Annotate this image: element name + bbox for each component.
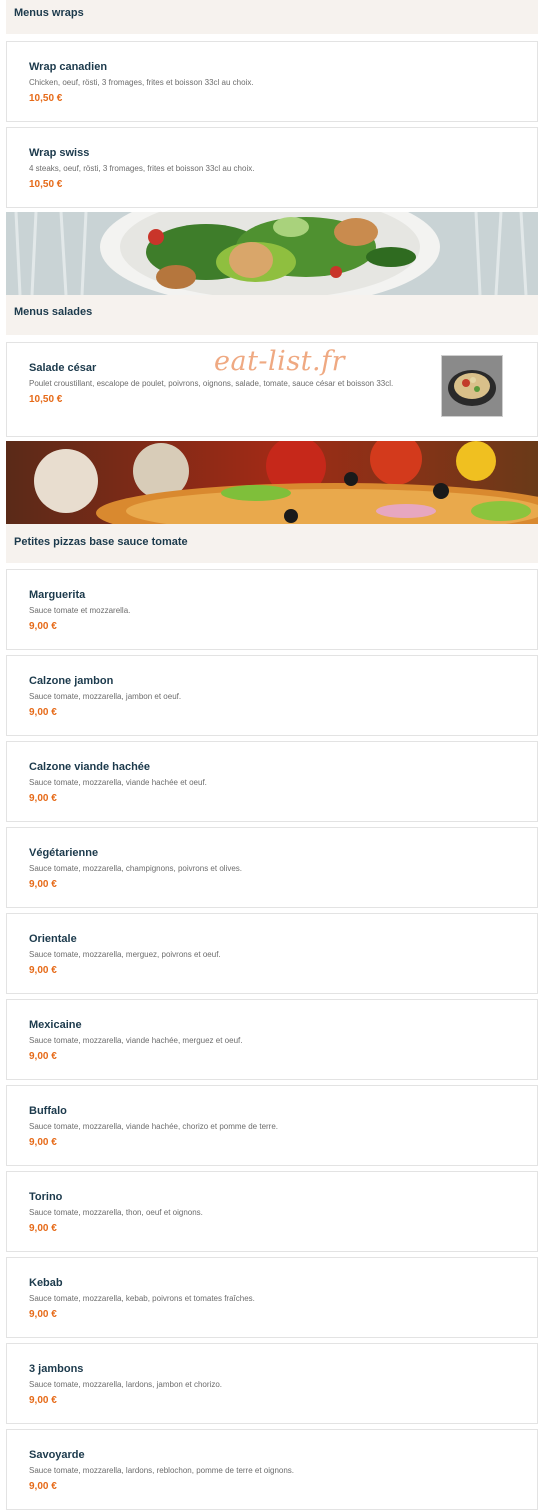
- item-name: Savoyarde: [29, 1449, 85, 1461]
- item-price: 9,00 €: [29, 1223, 57, 1234]
- item-description: Sauce tomate, mozzarella, kebab, poivron…: [29, 1294, 255, 1303]
- item-description: Poulet croustillant, escalope de poulet,…: [29, 379, 394, 388]
- item-name: Orientale: [29, 933, 77, 945]
- item-price: 10,50 €: [29, 179, 63, 190]
- menu-item-card[interactable]: Marguerita Sauce tomate et mozzarella. 9…: [6, 569, 538, 650]
- item-name: Buffalo: [29, 1105, 67, 1117]
- item-description: Sauce tomate, mozzarella, thon, oeuf et …: [29, 1208, 203, 1217]
- menu-item-card[interactable]: Buffalo Sauce tomate, mozzarella, viande…: [6, 1085, 538, 1166]
- item-description: Sauce tomate, mozzarella, champignons, p…: [29, 864, 242, 873]
- salad-banner-image: [6, 212, 538, 295]
- item-thumbnail-image: [441, 355, 503, 417]
- item-name: Mexicaine: [29, 1019, 82, 1031]
- menu-item-card[interactable]: Kebab Sauce tomate, mozzarella, kebab, p…: [6, 1257, 538, 1338]
- item-name: Wrap swiss: [29, 147, 90, 159]
- item-description: Sauce tomate, mozzarella, lardons, reblo…: [29, 1466, 295, 1475]
- item-description: Sauce tomate, mozzarella, viande hachée,…: [29, 1036, 243, 1045]
- item-price: 9,00 €: [29, 621, 57, 632]
- watermark-text: eat-list.fr: [214, 346, 346, 377]
- item-description: Sauce tomate, mozzarella, viande hachée …: [29, 778, 207, 787]
- item-description: 4 steaks, oeuf, rösti, 3 fromages, frite…: [29, 164, 255, 173]
- pizza-banner-image: [6, 441, 538, 524]
- item-price: 9,00 €: [29, 1395, 57, 1406]
- item-name: Torino: [29, 1191, 63, 1203]
- menu-item-card[interactable]: Savoyarde Sauce tomate, mozzarella, lard…: [6, 1429, 538, 1510]
- item-price: 9,00 €: [29, 707, 57, 718]
- item-price: 9,00 €: [29, 1051, 57, 1062]
- item-name: 3 jambons: [29, 1363, 84, 1375]
- item-name: Marguerita: [29, 589, 86, 601]
- menu-item-card[interactable]: Wrap canadien Chicken, oeuf, rösti, 3 fr…: [6, 41, 538, 122]
- item-description: Sauce tomate et mozzarella.: [29, 606, 131, 615]
- item-name: Calzone jambon: [29, 675, 114, 687]
- section-title-pizzas: Petites pizzas base sauce tomate: [6, 524, 538, 563]
- item-price: 9,00 €: [29, 965, 57, 976]
- item-price: 9,00 €: [29, 1481, 57, 1492]
- menu-item-card[interactable]: Orientale Sauce tomate, mozzarella, merg…: [6, 913, 538, 994]
- item-price: 9,00 €: [29, 1309, 57, 1320]
- section-title-wraps: Menus wraps: [6, 0, 538, 34]
- item-price: 9,00 €: [29, 1137, 57, 1148]
- menu-item-card[interactable]: Wrap swiss 4 steaks, oeuf, rösti, 3 from…: [6, 127, 538, 208]
- item-description: Sauce tomate, mozzarella, viande hachée,…: [29, 1122, 279, 1131]
- item-description: Sauce tomate, mozzarella, merguez, poivr…: [29, 950, 221, 959]
- menu-item-card[interactable]: Calzone jambon Sauce tomate, mozzarella,…: [6, 655, 538, 736]
- item-name: Calzone viande hachée: [29, 761, 151, 773]
- menu-item-card[interactable]: Végétarienne Sauce tomate, mozzarella, c…: [6, 827, 538, 908]
- menu-item-card[interactable]: 3 jambons Sauce tomate, mozzarella, lard…: [6, 1343, 538, 1424]
- item-name: Kebab: [29, 1277, 63, 1289]
- item-price: 10,50 €: [29, 93, 63, 104]
- item-description: Sauce tomate, mozzarella, jambon et oeuf…: [29, 692, 182, 701]
- section-title-salades: Menus salades: [6, 295, 538, 335]
- menu-item-card[interactable]: Calzone viande hachée Sauce tomate, mozz…: [6, 741, 538, 822]
- item-price: 9,00 €: [29, 879, 57, 890]
- item-description: Chicken, oeuf, rösti, 3 fromages, frites…: [29, 78, 254, 87]
- menu-page: Menus wraps Wrap canadien Chicken, oeuf,…: [6, 0, 538, 1510]
- item-name: Végétarienne: [29, 847, 99, 859]
- item-description: Sauce tomate, mozzarella, lardons, jambo…: [29, 1380, 222, 1389]
- menu-item-card[interactable]: Torino Sauce tomate, mozzarella, thon, o…: [6, 1171, 538, 1252]
- item-price: 9,00 €: [29, 793, 57, 804]
- menu-item-card[interactable]: Mexicaine Sauce tomate, mozzarella, vian…: [6, 999, 538, 1080]
- item-name: Wrap canadien: [29, 61, 108, 73]
